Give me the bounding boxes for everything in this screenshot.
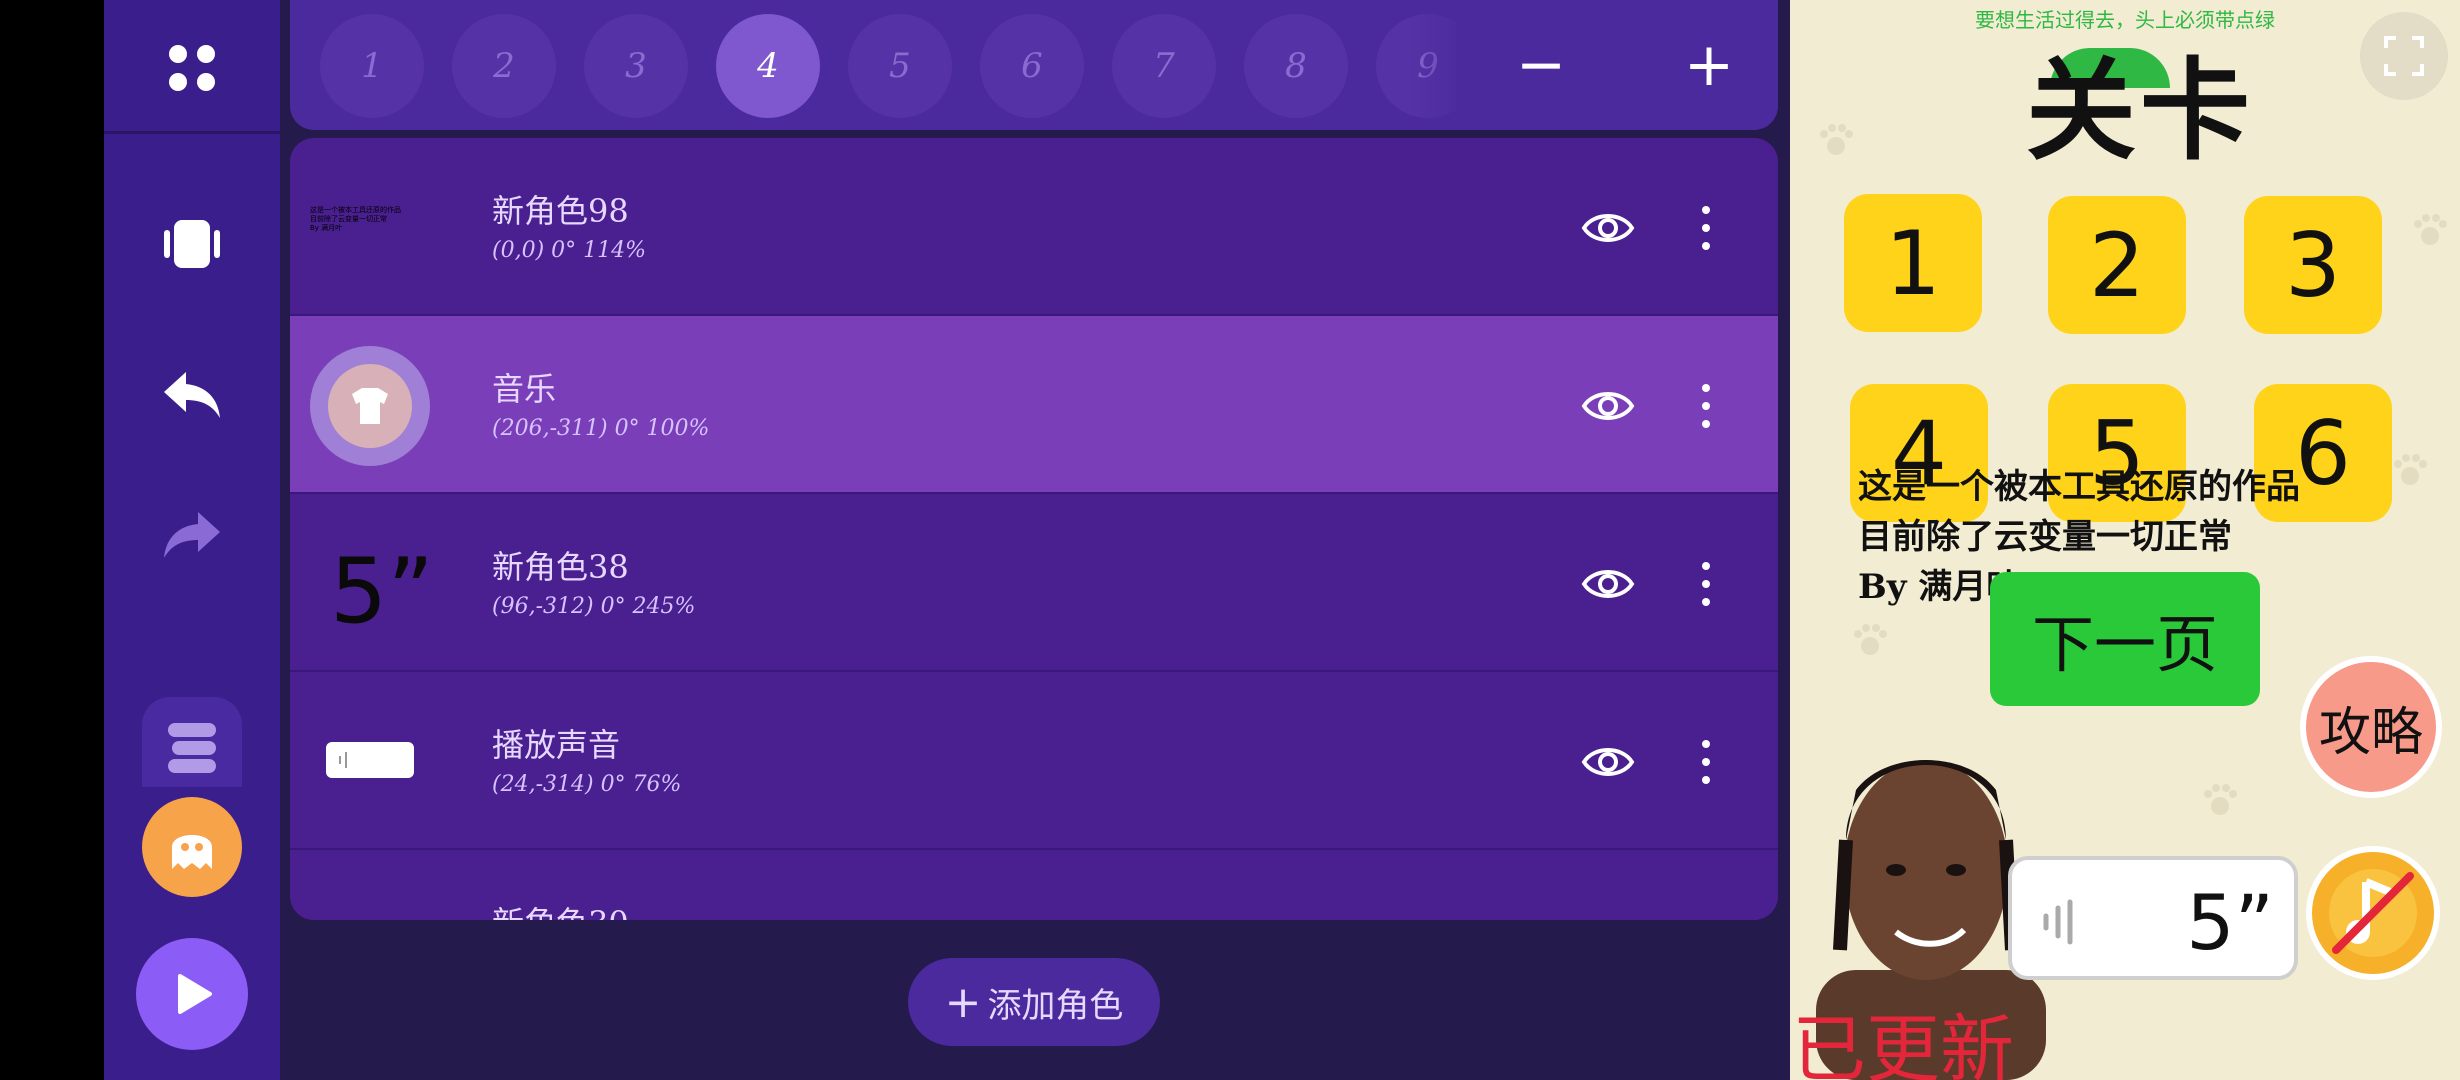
- thumb-text: 5”: [330, 539, 434, 644]
- sprite-thumbnail: [310, 346, 430, 466]
- sprite-meta: (206,-311) 0° 100%: [492, 416, 710, 441]
- page-tabs-fade: [1410, 14, 1456, 118]
- visibility-eye-icon[interactable]: [1580, 556, 1636, 612]
- paw-print-icon: [1854, 624, 1887, 655]
- undo-icon[interactable]: [156, 360, 228, 428]
- paw-print-icon: [2394, 454, 2427, 485]
- sprite-row[interactable]: 新角色30: [290, 850, 1778, 920]
- mute-music-button[interactable]: [2306, 846, 2440, 980]
- remove-page-button[interactable]: −: [1506, 30, 1576, 100]
- level-1-button[interactable]: 1: [1844, 194, 1982, 332]
- sprite-list: 这是一个被本工具还原的作品 目前除了云变量一切正常 By 满月叶 新角色98 (…: [290, 138, 1778, 920]
- more-options-icon[interactable]: [1696, 738, 1716, 786]
- updated-label: 已更新: [1792, 1007, 2014, 1080]
- more-options-icon[interactable]: [1696, 204, 1716, 252]
- fullscreen-button[interactable]: [2360, 12, 2448, 100]
- more-options-icon[interactable]: [1696, 560, 1716, 608]
- sprite-row-selected[interactable]: 音乐 (206,-311) 0° 100%: [290, 316, 1778, 494]
- stage-top-hint: 要想生活过得去，头上必须带点绿: [1975, 8, 2275, 32]
- music-muted-icon: [2329, 869, 2417, 957]
- more-options-icon[interactable]: [1696, 382, 1716, 430]
- plus-icon: +: [944, 976, 982, 1028]
- page-tab-4[interactable]: 4: [716, 14, 820, 118]
- page-tab-1[interactable]: 1: [320, 14, 424, 118]
- volume-icon: [2043, 899, 2073, 945]
- level-logo: 关卡: [2026, 38, 2256, 168]
- sprite-row[interactable]: 播放声音 (24,-314) 0° 76%: [290, 672, 1778, 850]
- sound-duration: 5”: [2186, 878, 2274, 967]
- sound-display[interactable]: 5”: [2008, 856, 2298, 980]
- sprite-meta: (96,-312) 0° 245%: [492, 594, 696, 619]
- level-2-button[interactable]: 2: [2048, 196, 2186, 334]
- stage-preview: 要想生活过得去，头上必须带点绿 关卡 1 2 3 4 5 6 这是一个被本工具还…: [1790, 0, 2460, 1080]
- ghost-mascot-icon[interactable]: [142, 797, 242, 897]
- paw-print-icon: [2204, 784, 2237, 815]
- add-page-button[interactable]: +: [1674, 30, 1744, 100]
- sprite-name: 新角色98: [492, 192, 629, 230]
- page-tab-7[interactable]: 7: [1112, 14, 1216, 118]
- paw-print-icon: [2414, 214, 2447, 245]
- sprite-row[interactable]: 这是一个被本工具还原的作品 目前除了云变量一切正常 By 满月叶 新角色98 (…: [290, 138, 1778, 316]
- screen-rotate-icon[interactable]: [156, 210, 228, 278]
- page-tabs: 1 2 3 4 5 6 7 8 9: [320, 14, 1456, 118]
- sprite-meta: (24,-314) 0° 76%: [492, 772, 682, 797]
- sprite-name: 播放声音: [492, 726, 621, 764]
- guide-button[interactable]: 攻略: [2300, 656, 2442, 798]
- app-root: 1 2 3 4 5 6 7 8 9 − + 这是一个被本工具还原的作品 目前除了…: [0, 0, 2460, 1080]
- visibility-eye-icon[interactable]: [1580, 378, 1636, 434]
- visibility-eye-icon[interactable]: [1580, 200, 1636, 256]
- apps-grid-icon[interactable]: [158, 34, 226, 102]
- toolbar-header: [104, 0, 280, 134]
- fullscreen-icon: [2384, 36, 2424, 76]
- sprite-meta: (0,0) 0° 114%: [492, 238, 647, 263]
- sprite-thumbnail: 5”: [310, 524, 434, 644]
- add-sprite-label: 添加角色: [987, 985, 1124, 1026]
- sprite-thumbnail: [310, 702, 430, 822]
- left-toolbar: [104, 0, 280, 1080]
- visibility-eye-icon[interactable]: [1580, 734, 1636, 790]
- screen-edge: [0, 0, 104, 1080]
- redo-icon[interactable]: [156, 500, 228, 568]
- add-sprite-button[interactable]: + 添加角色: [908, 958, 1160, 1046]
- sprite-thumbnail: [310, 880, 430, 920]
- sprite-thumbnail: 这是一个被本工具还原的作品 目前除了云变量一切正常 By 满月叶: [310, 168, 430, 288]
- page-bar: 1 2 3 4 5 6 7 8 9 − +: [290, 0, 1778, 130]
- sprite-name: 新角色30: [492, 898, 629, 920]
- sprite-name: 音乐: [492, 370, 557, 408]
- sprite-row[interactable]: 5” 新角色38 (96,-312) 0° 245%: [290, 494, 1778, 672]
- sprite-panel: 1 2 3 4 5 6 7 8 9 − + 这是一个被本工具还原的作品 目前除了…: [280, 0, 1790, 1080]
- page-tab-6[interactable]: 6: [980, 14, 1084, 118]
- page-tab-5[interactable]: 5: [848, 14, 952, 118]
- block-tools-tab[interactable]: [142, 697, 242, 787]
- page-tab-2[interactable]: 2: [452, 14, 556, 118]
- play-button[interactable]: [136, 938, 248, 1050]
- page-tab-8[interactable]: 8: [1244, 14, 1348, 118]
- page-tab-3[interactable]: 3: [584, 14, 688, 118]
- paw-print-icon: [1820, 124, 1853, 155]
- sprite-name: 新角色38: [492, 548, 629, 586]
- level-3-button[interactable]: 3: [2244, 196, 2382, 334]
- level-logo-text: 关卡: [2026, 46, 2254, 175]
- next-page-button[interactable]: 下一页: [1990, 572, 2260, 706]
- thumb-text: 这是一个被本工具还原的作品 目前除了云变量一切正常 By 满月叶: [310, 206, 401, 232]
